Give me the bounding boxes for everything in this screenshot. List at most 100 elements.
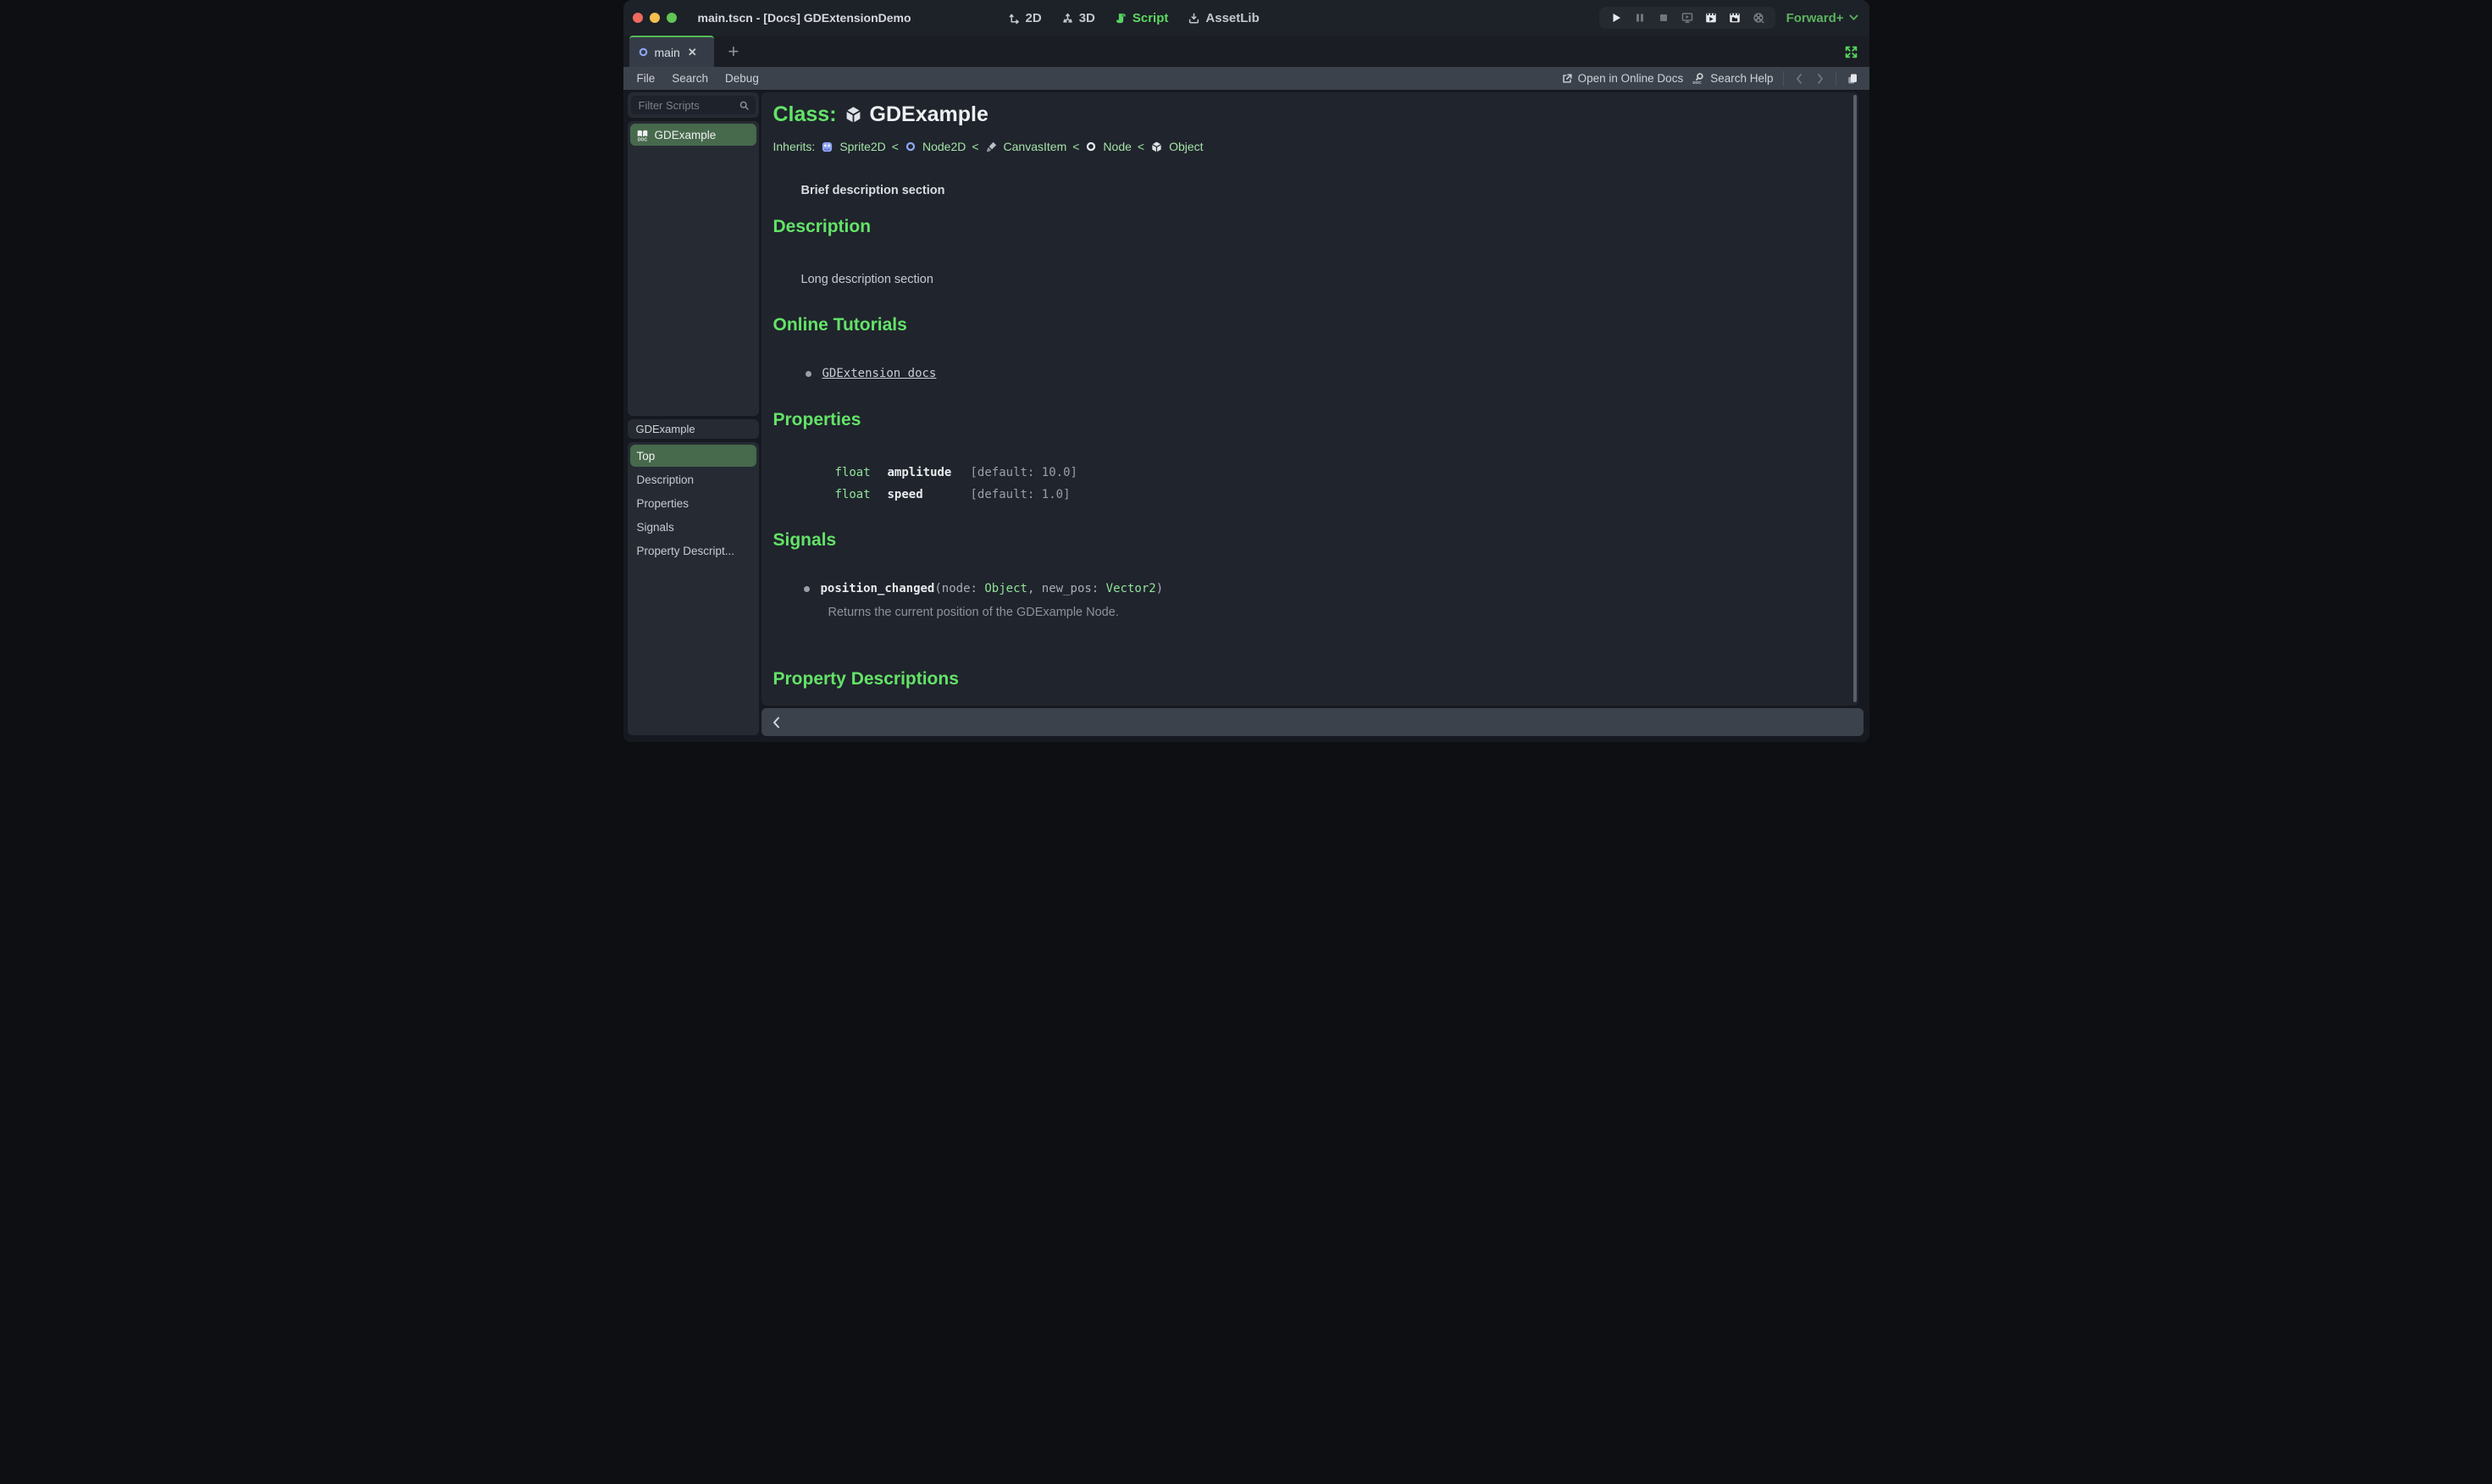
- open-online-docs-label: Open in Online Docs: [1577, 72, 1684, 85]
- tab-2d[interactable]: 2D: [1003, 11, 1047, 25]
- doc-book-icon: DOC: [636, 129, 649, 141]
- property-type: float: [834, 466, 871, 479]
- inherits-link-object[interactable]: Object: [1169, 140, 1203, 153]
- tab-script[interactable]: Script: [1110, 11, 1174, 25]
- workspace-switcher: 2D 3D Script AssetLib: [1003, 0, 1265, 36]
- script-item-gdexample[interactable]: DOC GDExample: [629, 124, 756, 146]
- stop-button[interactable]: [1657, 11, 1670, 25]
- filter-scripts-input[interactable]: [636, 97, 739, 113]
- tab-assetlib[interactable]: AssetLib: [1182, 11, 1264, 25]
- signal-text: position_changed(node: Object, new_pos: …: [820, 582, 1164, 595]
- renderer-dropdown[interactable]: Forward+: [1786, 11, 1858, 25]
- signal-description: Returns the current position of the GDEx…: [828, 606, 1119, 619]
- menu-search[interactable]: Search: [663, 72, 717, 85]
- scripts-panel-toggle-icon[interactable]: [1846, 72, 1859, 86]
- object-cube-icon: [844, 105, 863, 125]
- search-help-button[interactable]: DOC Search Help: [1692, 72, 1774, 85]
- distraction-free-icon[interactable]: [1844, 45, 1858, 59]
- history-back-icon[interactable]: [1793, 73, 1805, 85]
- class-reference-panel: Class: GDExample Inherits: Sprite2D < No…: [761, 92, 1858, 706]
- script-item-label: GDExample: [654, 128, 717, 141]
- separator-lt: <: [972, 140, 979, 153]
- node2d-icon: [638, 47, 649, 58]
- property-descriptions-heading: Property Descriptions: [773, 669, 959, 689]
- filter-scripts-field[interactable]: [630, 96, 756, 114]
- member-item-description[interactable]: Description: [630, 468, 756, 490]
- close-tab-icon[interactable]: ✕: [688, 47, 697, 58]
- node-icon: [1085, 141, 1097, 152]
- play-button[interactable]: [1609, 11, 1623, 25]
- gdextension-docs-link[interactable]: GDExtension docs: [822, 367, 937, 380]
- scripts-panel-collapse-bar: [761, 708, 1863, 736]
- member-item-property-descriptions[interactable]: Property Descript...: [630, 540, 756, 562]
- inherits-link-node2d[interactable]: Node2D: [922, 140, 966, 153]
- property-type: float: [834, 488, 871, 501]
- history-forward-icon[interactable]: [1814, 73, 1826, 85]
- movie-maker-icon[interactable]: [1752, 11, 1765, 25]
- inherits-link-sprite2d[interactable]: Sprite2D: [839, 140, 885, 153]
- add-scene-button[interactable]: +: [723, 36, 745, 67]
- titlebar: main.tscn - [Docs] GDExtensionDemo 2D 3D…: [623, 0, 1869, 36]
- scene-tab-main[interactable]: main ✕: [629, 36, 714, 67]
- svg-text:DOC: DOC: [1693, 80, 1703, 85]
- collapse-left-icon[interactable]: [772, 716, 781, 729]
- search-icon: [739, 100, 750, 111]
- brief-description: Brief description section: [800, 184, 945, 197]
- class-label: Class:: [773, 102, 837, 126]
- scene-tab-bar: main ✕ +: [623, 36, 1869, 67]
- properties-heading: Properties: [773, 410, 861, 429]
- tab-3d-label: 3D: [1078, 10, 1095, 25]
- class-name: GDExample: [869, 102, 988, 126]
- class-title: Class: GDExample: [773, 102, 988, 127]
- property-name-link[interactable]: amplitude: [888, 462, 971, 484]
- play-scene-button[interactable]: [1704, 11, 1718, 25]
- menu-file[interactable]: File: [629, 72, 664, 85]
- inherits-link-node[interactable]: Node: [1103, 140, 1131, 153]
- vertical-scrollbar[interactable]: [1852, 95, 1857, 702]
- member-item-properties[interactable]: Properties: [630, 492, 756, 514]
- filter-scripts-panel: [627, 92, 759, 118]
- signal-name: position_changed: [820, 582, 935, 595]
- tutorials-heading: Online Tutorials: [773, 315, 907, 335]
- member-item-top[interactable]: Top: [629, 445, 756, 467]
- signal-arg-type-link[interactable]: Object: [984, 582, 1027, 595]
- minimize-window-button[interactable]: [649, 13, 660, 23]
- sprite2d-icon: [821, 141, 833, 153]
- property-default: [default: 1.0]: [970, 488, 1071, 501]
- property-name-link[interactable]: speed: [888, 484, 971, 506]
- search-help-label: Search Help: [1710, 72, 1774, 85]
- inherits-link-canvasitem[interactable]: CanvasItem: [1004, 140, 1067, 153]
- svg-text:DOC: DOC: [637, 137, 647, 141]
- menu-debug[interactable]: Debug: [717, 72, 767, 85]
- scene-tab-label: main: [654, 45, 680, 59]
- download-icon: [1188, 12, 1200, 25]
- doc-search-icon: DOC: [1692, 72, 1705, 85]
- signal-arg-type-link[interactable]: Vector2: [1106, 582, 1156, 595]
- godot-editor-window: main.tscn - [Docs] GDExtensionDemo 2D 3D…: [623, 0, 1869, 742]
- pause-button[interactable]: [1633, 11, 1647, 25]
- playback-controls: [1598, 7, 1775, 29]
- object-cube-icon: [1150, 141, 1163, 153]
- play-custom-scene-button[interactable]: [1728, 11, 1742, 25]
- inherits-row: Inherits: Sprite2D < Node2D < CanvasItem…: [773, 140, 1204, 153]
- properties-table: float amplitude [default: 10.0] float sp…: [835, 462, 1077, 506]
- zoom-window-button[interactable]: [666, 13, 677, 23]
- canvasitem-brush-icon: [985, 141, 998, 153]
- bullet-icon: [803, 585, 810, 592]
- inherits-label: Inherits:: [773, 140, 816, 153]
- member-item-signals[interactable]: Signals: [630, 516, 756, 538]
- description-text: Long description section: [800, 273, 933, 286]
- script-icon: [1115, 12, 1127, 25]
- open-online-docs-button[interactable]: Open in Online Docs: [1561, 72, 1684, 85]
- separator-lt: <: [1072, 140, 1080, 153]
- tab-script-label: Script: [1132, 10, 1169, 25]
- separator-lt: <: [891, 140, 899, 153]
- separator-lt: <: [1137, 140, 1145, 153]
- property-default: [default: 10.0]: [970, 466, 1077, 479]
- separator: [1782, 70, 1784, 86]
- close-window-button[interactable]: [632, 13, 643, 23]
- axes-3d-icon: [1061, 12, 1074, 25]
- remote-debug-button[interactable]: [1681, 11, 1694, 25]
- tab-3d[interactable]: 3D: [1056, 11, 1100, 25]
- axes-2d-icon: [1008, 12, 1021, 25]
